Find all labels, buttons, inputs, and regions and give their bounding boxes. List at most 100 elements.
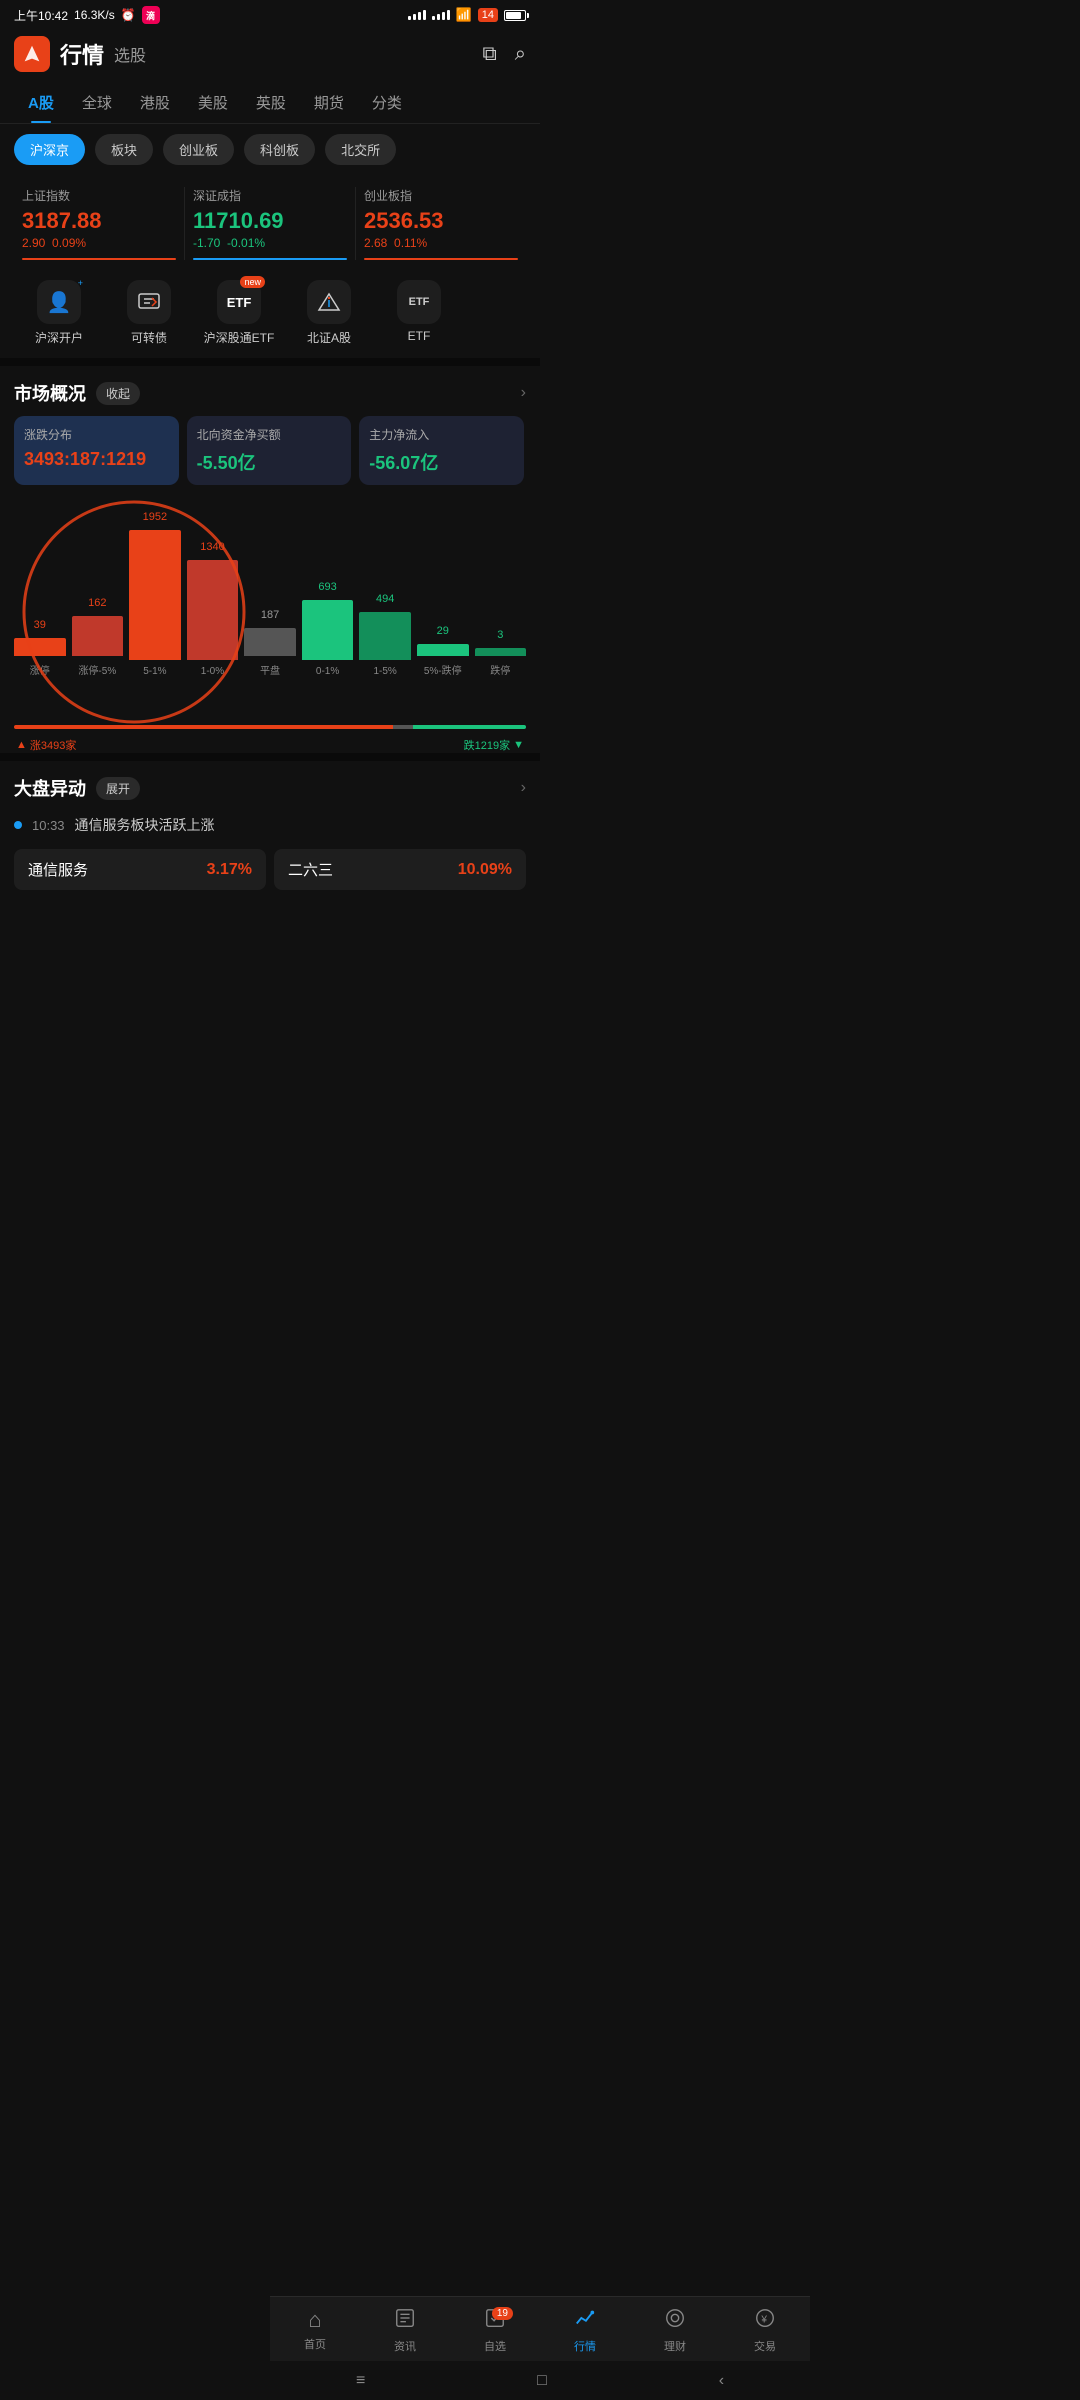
search-icon[interactable]: ⌕ <box>515 43 526 66</box>
tab-a-shares[interactable]: A股 <box>14 82 68 123</box>
tab-us[interactable]: 美股 <box>184 82 242 123</box>
tab-category[interactable]: 分类 <box>358 82 416 123</box>
bar-zt5-label: 162 <box>88 597 106 613</box>
quick-convertible-label: 可转债 <box>131 329 167 346</box>
header: 行情 选股 ⧉ ⌕ <box>0 28 540 82</box>
bar-flat-bar <box>244 628 296 656</box>
primary-tabs: A股 全球 港股 美股 英股 期货 分类 <box>0 82 540 124</box>
bar-zt: 39 涨停 <box>14 619 66 677</box>
bar-dt-label: 3 <box>497 629 503 645</box>
tab-sci-tech[interactable]: 科创板 <box>244 134 315 165</box>
watchlist-badge: 19 <box>492 2307 513 2320</box>
app-logo <box>14 36 50 72</box>
progress-bar <box>14 725 526 729</box>
status-time: 上午10:42 <box>14 7 68 24</box>
index-chinext-change: 2.68 0.11% <box>364 236 518 250</box>
market-icon <box>574 2307 596 2335</box>
quick-account[interactable]: 👤 + 沪深开户 <box>14 280 104 346</box>
bottom-nav: ⌂ 首页 资讯 19 自选 行情 <box>270 2296 810 2360</box>
collapse-button[interactable]: 收起 <box>96 382 140 405</box>
tab-hk[interactable]: 港股 <box>126 82 184 123</box>
stock-telecom-change: 3.17% <box>207 861 252 879</box>
index-shanghai[interactable]: 上证指数 3187.88 2.90 0.09% <box>14 187 185 260</box>
bar-5dt-bottom: 5%-跌停 <box>424 662 462 677</box>
bar-01-label: 693 <box>318 581 336 597</box>
stock-card-263[interactable]: 二六三 10.09% <box>274 849 526 890</box>
bar-01: 693 0-1% <box>302 581 354 677</box>
news-icon <box>394 2307 416 2335</box>
index-shenzhen[interactable]: 深证成指 11710.69 -1.70 -0.01% <box>185 187 356 260</box>
bar-zt5: 162 涨停-5% <box>72 597 124 677</box>
signal-bars <box>408 10 426 20</box>
nav-wealth[interactable]: 理财 <box>630 2307 720 2354</box>
bar-51-bar <box>129 530 181 660</box>
card-north-flow[interactable]: 北向资金净买额 -5.50亿 <box>187 416 352 485</box>
card-distribution[interactable]: 涨跌分布 3493:187:1219 <box>14 416 179 485</box>
anomaly-title: 大盘异动 <box>14 775 86 801</box>
tab-bei-jiao[interactable]: 北交所 <box>325 134 396 165</box>
page-subtitle: 选股 <box>114 42 146 66</box>
nav-news[interactable]: 资讯 <box>360 2307 450 2354</box>
quick-north-shares[interactable]: 北证A股 <box>284 280 374 346</box>
wealth-icon <box>664 2307 686 2335</box>
convertible-icon <box>127 280 171 324</box>
market-overview-header: 市场概况 收起 › <box>0 366 540 416</box>
news-item: 10:33 通信服务板块活跃上涨 <box>0 809 540 841</box>
quick-north-label: 北证A股 <box>307 329 351 346</box>
nav-home[interactable]: ⌂ 首页 <box>270 2307 360 2354</box>
up-count: 涨3493家 <box>30 737 76 753</box>
bar-dt: 3 跌停 <box>475 629 527 677</box>
card-distribution-title: 涨跌分布 <box>24 426 169 443</box>
bar-5dt: 29 5%-跌停 <box>417 625 469 677</box>
sys-home-btn[interactable]: □ <box>517 2366 567 2396</box>
bar-5dt-bar <box>417 644 469 656</box>
secondary-tabs: 沪深京 板块 创业板 科创板 北交所 <box>0 124 540 173</box>
nav-market-label: 行情 <box>574 2338 596 2354</box>
bar-01-bar <box>302 600 354 660</box>
index-shenzhen-change: -1.70 -0.01% <box>193 236 347 250</box>
bar-dt-bar <box>475 648 527 656</box>
quick-account-label: 沪深开户 <box>35 329 83 346</box>
nav-watchlist-label: 自选 <box>484 2338 506 2354</box>
tab-futures[interactable]: 期货 <box>300 82 358 123</box>
bar-51-label: 1952 <box>143 511 167 527</box>
export-icon[interactable]: ⧉ <box>483 43 497 66</box>
tab-global[interactable]: 全球 <box>68 82 126 123</box>
quick-etf[interactable]: ETF new 沪深股通ETF <box>194 280 284 346</box>
arrow-down-icon: ▼ <box>513 739 524 751</box>
nav-watchlist[interactable]: 19 自选 <box>450 2307 540 2354</box>
status-app-icon: 滴 <box>142 6 160 24</box>
bar-zt-bottom: 涨停 <box>30 662 50 677</box>
page-title: 行情 <box>60 38 104 70</box>
news-text[interactable]: 通信服务板块活跃上涨 <box>75 815 215 835</box>
bar-10: 1340 1-0% <box>187 541 239 677</box>
header-actions: ⧉ ⌕ <box>483 43 526 66</box>
index-shenzhen-name: 深证成指 <box>193 187 347 204</box>
stock-card-telecom[interactable]: 通信服务 3.17% <box>14 849 266 890</box>
tab-uk[interactable]: 英股 <box>242 82 300 123</box>
bar-10-bottom: 1-0% <box>201 666 224 677</box>
sys-back-btn[interactable]: ‹ <box>699 2366 744 2396</box>
index-chinext[interactable]: 创业板指 2536.53 2.68 0.11% <box>356 187 526 260</box>
sys-menu-btn[interactable]: ≡ <box>336 2366 385 2396</box>
system-nav: ≡ □ ‹ <box>270 2360 810 2400</box>
tab-chinext[interactable]: 创业板 <box>163 134 234 165</box>
tab-shanghai-shenzhen[interactable]: 沪深京 <box>14 134 85 165</box>
bar-zt-bar <box>14 638 66 656</box>
nav-trade[interactable]: ¥ 交易 <box>720 2307 810 2354</box>
quick-etf2[interactable]: ETF ETF <box>374 280 464 346</box>
bar-zt-label: 39 <box>34 619 46 635</box>
card-main-flow[interactable]: 主力净流入 -56.07亿 <box>359 416 524 485</box>
account-icon: 👤 + <box>37 280 81 324</box>
expand-button[interactable]: 展开 <box>96 777 140 800</box>
quick-convertible[interactable]: 可转债 <box>104 280 194 346</box>
label-up: ▲ 涨3493家 <box>16 737 76 753</box>
quick-etf-label: 沪深股通ETF <box>204 329 275 346</box>
tab-sector[interactable]: 板块 <box>95 134 153 165</box>
nav-wealth-label: 理财 <box>664 2338 686 2354</box>
signal-bars-2 <box>432 10 450 20</box>
bar-51-bottom: 5-1% <box>143 666 166 677</box>
nav-market[interactable]: 行情 <box>540 2307 630 2354</box>
index-chinext-name: 创业板指 <box>364 187 518 204</box>
bar-15-bar <box>359 612 411 660</box>
